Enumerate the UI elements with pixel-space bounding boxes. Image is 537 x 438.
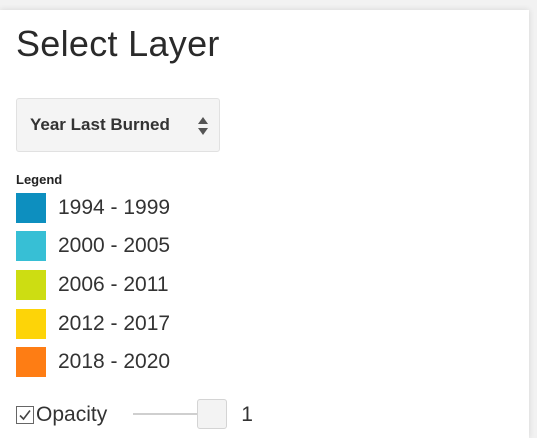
legend-swatch bbox=[16, 309, 46, 339]
legend-swatch bbox=[16, 270, 46, 300]
legend-item: 2000 - 2005 bbox=[16, 231, 170, 261]
legend-label: 2018 - 2020 bbox=[58, 350, 171, 373]
legend-swatch bbox=[16, 231, 46, 261]
legend-title: Legend bbox=[16, 172, 63, 187]
legend-item: 2006 - 2011 bbox=[16, 270, 169, 300]
legend-item: 2012 - 2017 bbox=[16, 309, 170, 339]
legend-item: 1994 - 1999 bbox=[16, 193, 170, 223]
legend-label: 2012 - 2017 bbox=[58, 312, 171, 335]
sort-arrows-icon bbox=[198, 117, 208, 135]
opacity-label: Opacity bbox=[36, 403, 108, 426]
panel-title: Select Layer bbox=[16, 23, 220, 64]
opacity-control: Opacity 1 bbox=[16, 399, 253, 431]
legend-label: 2006 - 2011 bbox=[58, 273, 169, 296]
opacity-slider[interactable] bbox=[133, 399, 228, 431]
checkmark-icon bbox=[19, 410, 31, 421]
layer-select[interactable]: Year Last Burned bbox=[16, 98, 220, 152]
slider-thumb[interactable] bbox=[197, 399, 228, 429]
layer-panel: Select Layer Year Last Burned Legend 199… bbox=[0, 10, 529, 438]
legend-swatch bbox=[16, 193, 46, 223]
opacity-value: 1 bbox=[241, 403, 253, 426]
legend-item: 2018 - 2020 bbox=[16, 347, 170, 377]
layer-select-value: Year Last Burned bbox=[30, 115, 170, 134]
legend-label: 1994 - 1999 bbox=[58, 196, 171, 219]
opacity-checkbox[interactable] bbox=[16, 406, 34, 424]
legend-label: 2000 - 2005 bbox=[58, 234, 171, 257]
legend-swatch bbox=[16, 347, 46, 377]
